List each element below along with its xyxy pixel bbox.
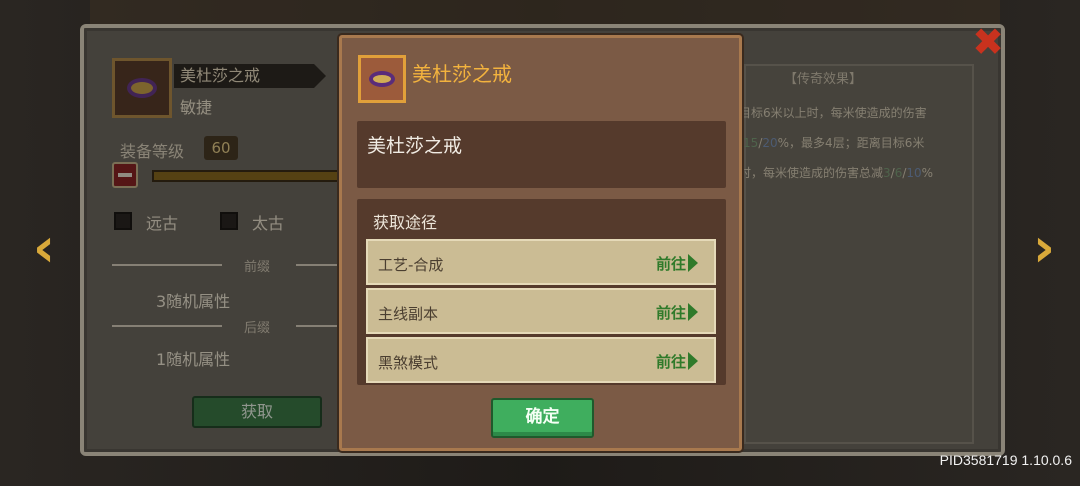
play-arrow-icon bbox=[688, 254, 698, 272]
source-label: 黑煞模式 bbox=[378, 354, 439, 372]
top-banner bbox=[90, 0, 1000, 24]
source-title: 获取途径 bbox=[373, 213, 438, 232]
play-arrow-icon bbox=[688, 352, 698, 370]
next-arrow-icon[interactable]: › bbox=[1024, 221, 1064, 275]
ring-icon bbox=[369, 71, 395, 87]
item-source-dialog: 美杜莎之戒 美杜莎之戒 获取途径 工艺-合成 前往 主线副本 前往 黑煞模式 前… bbox=[339, 35, 742, 451]
item-icon bbox=[358, 55, 406, 103]
source-row-crafting[interactable]: 工艺-合成 前往 bbox=[366, 239, 716, 285]
description-box: 美杜莎之戒 bbox=[357, 121, 726, 188]
dialog-title: 美杜莎之戒 bbox=[412, 62, 512, 86]
go-button[interactable]: 前往 bbox=[656, 351, 686, 372]
source-label: 主线副本 bbox=[378, 305, 439, 323]
build-id: PID3581719 1.10.0.6 bbox=[939, 452, 1072, 468]
go-button[interactable]: 前往 bbox=[656, 302, 686, 323]
prev-arrow-icon[interactable]: ‹ bbox=[24, 221, 64, 275]
description-text: 美杜莎之戒 bbox=[367, 135, 463, 157]
close-icon[interactable]: ✖ bbox=[968, 22, 1008, 62]
source-row-dark-mode[interactable]: 黑煞模式 前往 bbox=[366, 337, 716, 383]
source-label: 工艺-合成 bbox=[378, 256, 444, 274]
go-button[interactable]: 前往 bbox=[656, 253, 686, 274]
source-row-main-dungeon[interactable]: 主线副本 前往 bbox=[366, 288, 716, 334]
play-arrow-icon bbox=[688, 303, 698, 321]
source-list: 获取途径 工艺-合成 前往 主线副本 前往 黑煞模式 前往 bbox=[357, 199, 726, 385]
confirm-button[interactable]: 确定 bbox=[491, 398, 594, 438]
